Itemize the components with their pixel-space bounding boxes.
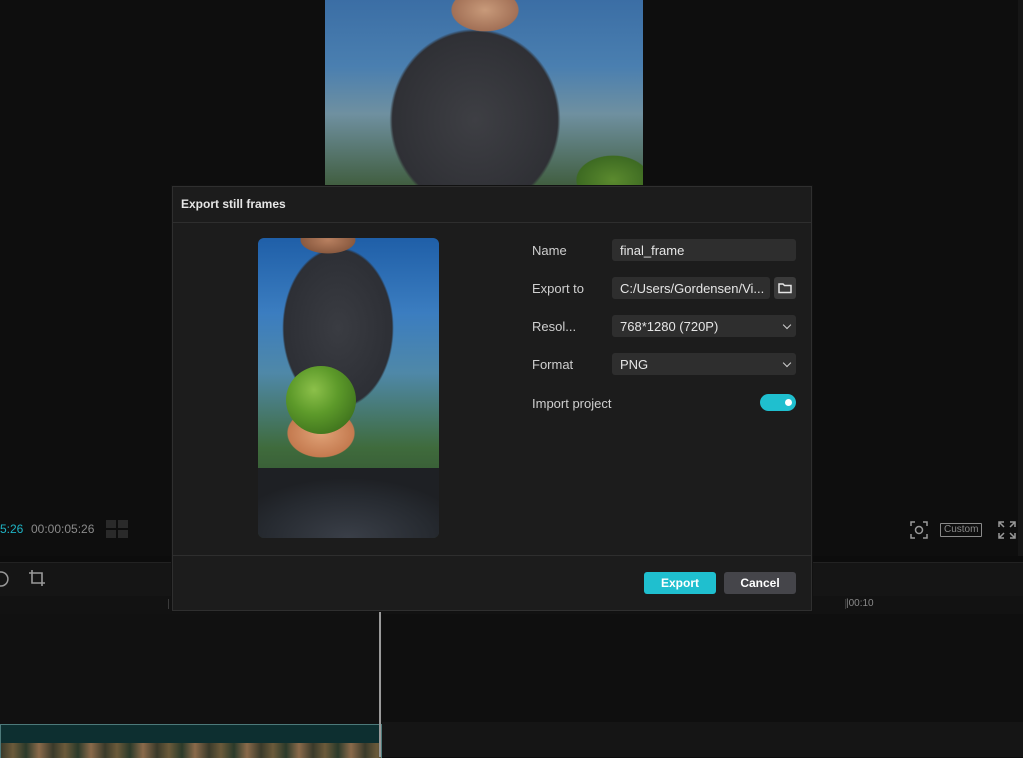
dialog-header: Export still frames (173, 187, 811, 223)
ruler-label: |00:10 (846, 598, 874, 609)
name-label: Name (532, 243, 567, 258)
timeline-track (382, 614, 1023, 722)
export-path-value: C:/Users/Gordensen/Vi... (620, 281, 765, 296)
dialog-title: Export still frames (181, 197, 286, 211)
preview-ground (258, 468, 439, 538)
current-timecode: 5:26 (0, 522, 24, 536)
import-project-toggle[interactable] (760, 394, 796, 411)
resolution-select[interactable]: 768*1280 (720P) (612, 315, 796, 337)
ratio-button[interactable]: Custom (940, 523, 983, 537)
video-foliage (553, 120, 643, 190)
toggle-knob (785, 399, 792, 406)
timeline-track-lower (382, 722, 1023, 757)
footer-divider (173, 555, 811, 556)
folder-icon (778, 283, 792, 294)
format-value: PNG (620, 357, 649, 372)
format-label: Format (532, 357, 574, 372)
chevron-down-icon (782, 320, 792, 330)
name-value: final_frame (620, 243, 685, 258)
rotate-icon[interactable] (0, 570, 10, 588)
playhead[interactable] (379, 596, 381, 757)
crop-icon[interactable] (28, 569, 46, 587)
fit-screen-icon[interactable] (910, 521, 928, 539)
format-select[interactable]: PNG (612, 353, 796, 375)
video-preview (325, 0, 643, 190)
import-project-label: Import project (532, 396, 612, 411)
name-input[interactable]: final_frame (612, 239, 796, 261)
export-path-input[interactable]: C:/Users/Gordensen/Vi... (612, 277, 770, 299)
export-to-label: Export to (532, 281, 585, 296)
player-edge (1018, 0, 1023, 556)
preview-avocado (286, 366, 356, 434)
frame-preview (258, 238, 439, 538)
fullscreen-icon[interactable] (998, 521, 1016, 539)
resolution-value: 768*1280 (720P) (620, 319, 719, 334)
cancel-button[interactable]: Cancel (724, 572, 796, 594)
clip-thumbnails (1, 743, 381, 758)
export-still-frames-dialog: Export still frames Name final_frame Exp… (172, 186, 812, 611)
total-timecode: 00:00:05:26 (31, 522, 95, 536)
browse-folder-button[interactable] (774, 277, 796, 299)
grid-icon[interactable] (106, 520, 128, 538)
chevron-down-icon (782, 358, 792, 368)
video-clip[interactable] (0, 724, 382, 758)
resolution-label: Resol... (532, 319, 577, 334)
export-button[interactable]: Export (644, 572, 716, 594)
ruler-tick (168, 599, 169, 609)
